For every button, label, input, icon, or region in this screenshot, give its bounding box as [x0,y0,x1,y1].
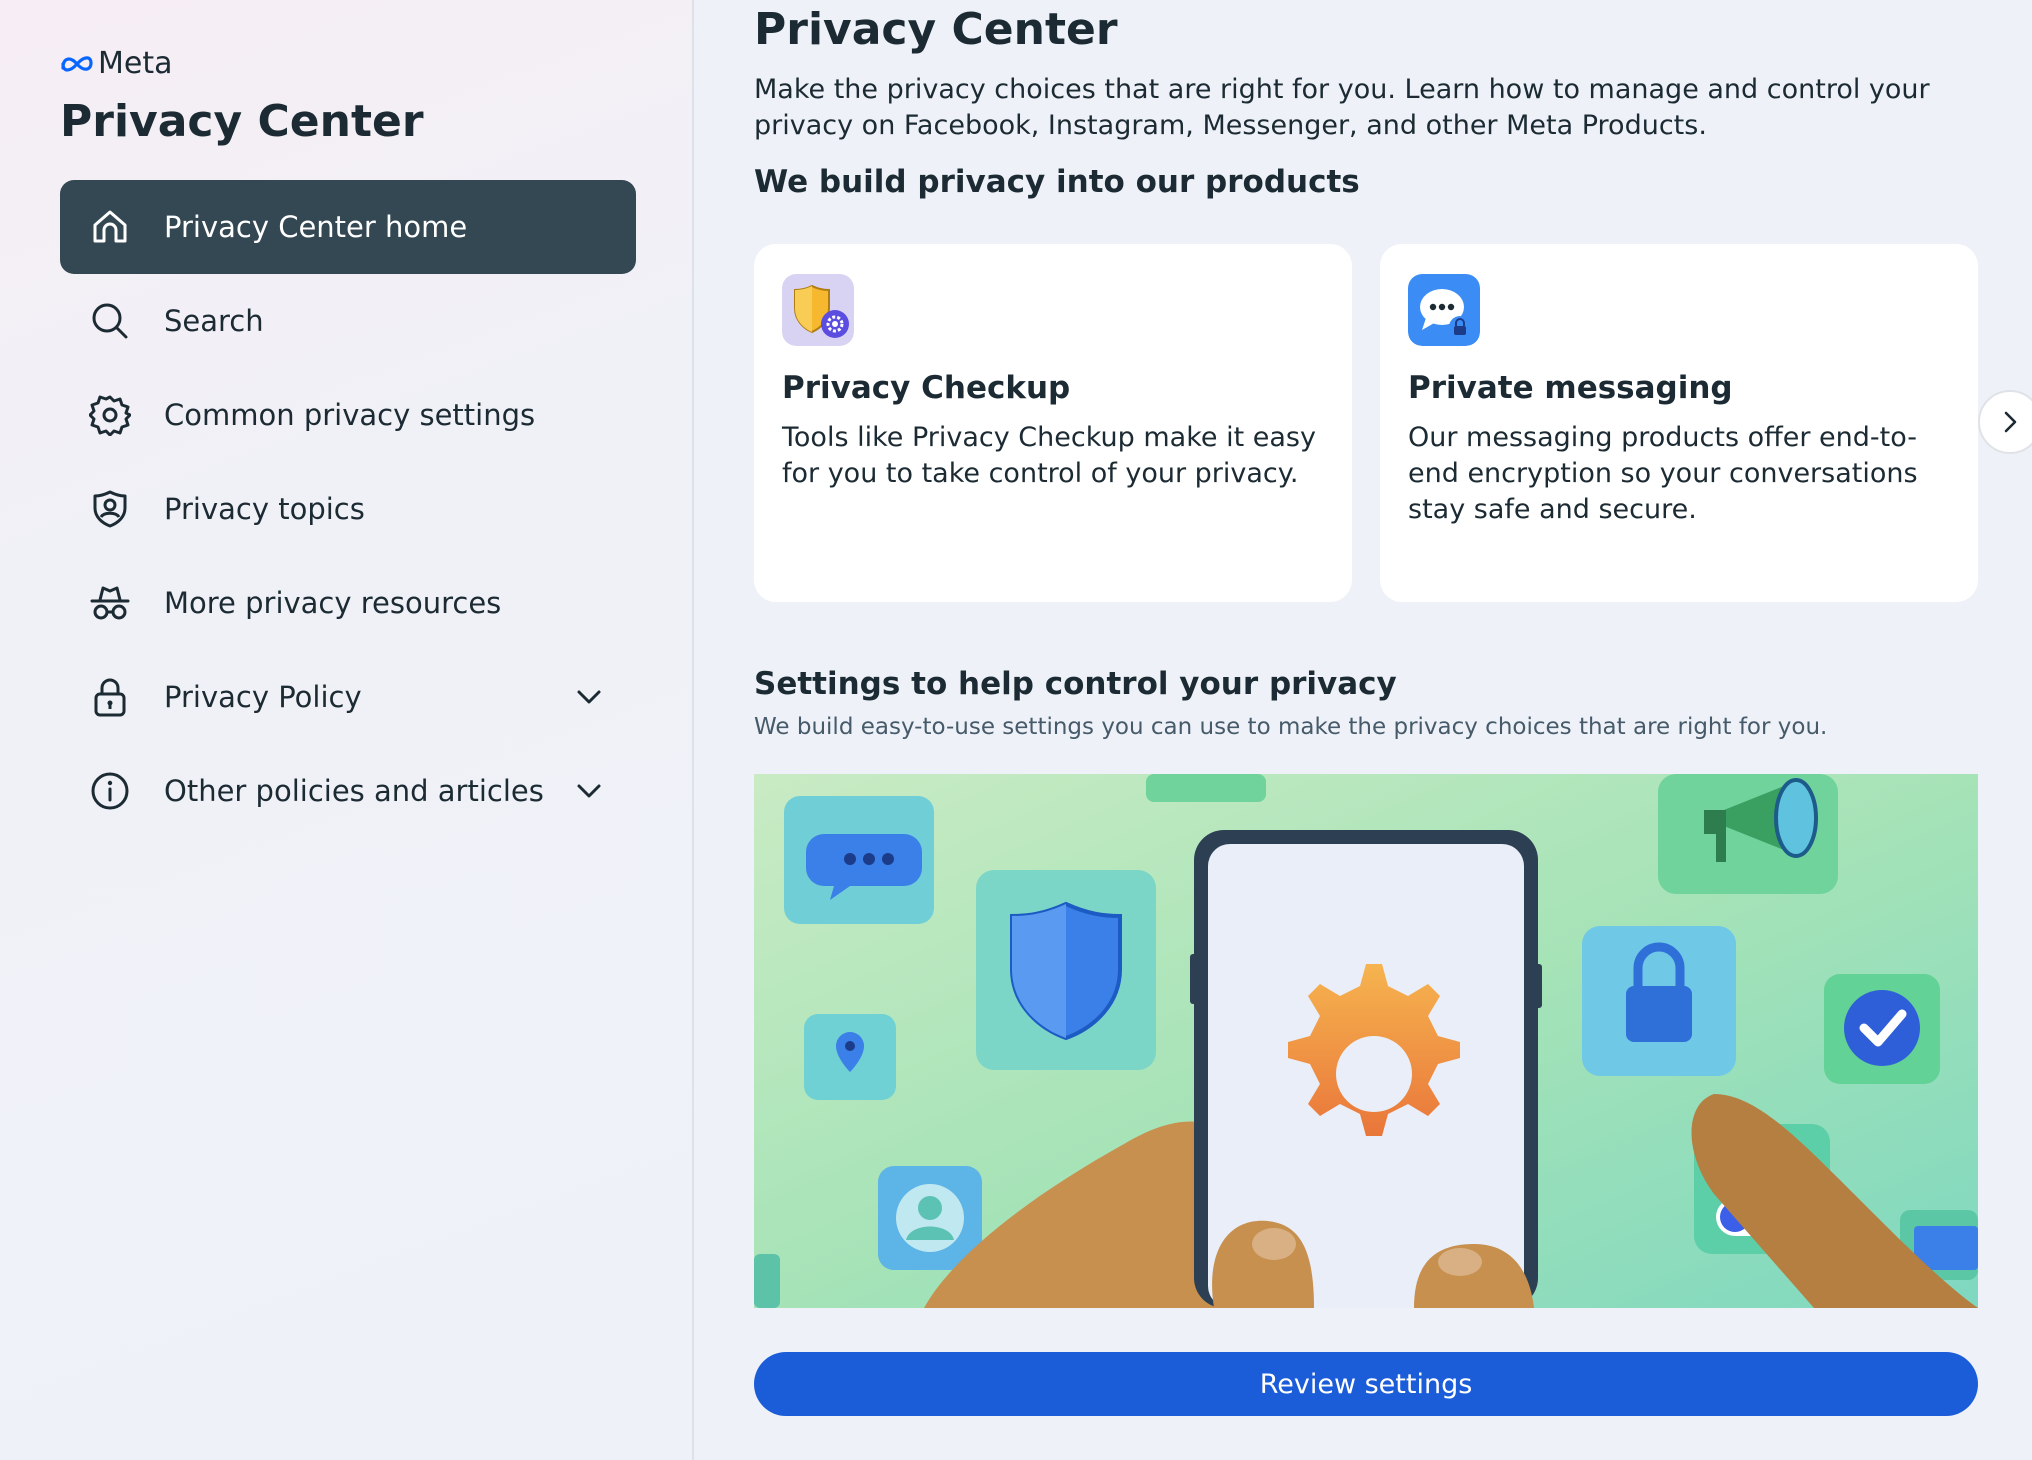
review-settings-button[interactable]: Review settings [754,1352,1978,1416]
incognito-icon [88,581,132,625]
sidebar-item-label: Other policies and articles [164,774,544,808]
card-title: Privacy Checkup [782,370,1071,406]
sidebar-item-label: Privacy Policy [164,680,362,714]
sidebar-item-privacy-topics[interactable]: Privacy topics [60,462,636,556]
info-icon [88,769,132,813]
main-content: Privacy Center Make the privacy choices … [694,0,2032,1460]
section-description: We build easy-to-use settings you can us… [754,714,1828,740]
sidebar-item-label: Privacy topics [164,492,365,526]
carousel-next-button[interactable] [1978,390,2032,454]
sidebar-item-label: Common privacy settings [164,398,536,432]
gear-icon [88,393,132,437]
sidebar-item-privacy-policy[interactable]: Privacy Policy [60,650,636,744]
card-title: Private messaging [1408,370,1733,406]
lock-icon [88,675,132,719]
sidebar-item-label: More privacy resources [164,586,502,620]
chevron-down-icon[interactable] [572,680,606,714]
sidebar-item-home[interactable]: Privacy Center home [60,180,636,274]
sidebar-item-label: Search [164,304,264,338]
sidebar-item-more-resources[interactable]: More privacy resources [60,556,636,650]
chevron-right-icon [2004,411,2017,433]
page-title: Privacy Center [754,4,1118,55]
privacy-settings-illustration [754,774,1978,1308]
sidebar-item-common-settings[interactable]: Common privacy settings [60,368,636,462]
section-heading: Settings to help control your privacy [754,666,1397,702]
chevron-down-icon[interactable] [572,774,606,808]
chat-lock-icon [1408,274,1480,346]
search-icon [88,299,132,343]
card-description: Our messaging products offer end-to-end … [1408,422,1918,525]
home-icon [88,205,132,249]
sidebar-nav: Privacy Center home Search Common privac… [60,180,636,838]
sidebar-item-label: Privacy Center home [164,210,468,244]
card-private-messaging[interactable]: Private messaging Our messaging products… [1380,244,1978,602]
sidebar: Meta Privacy Center Privacy Center home … [0,0,694,1460]
sidebar-item-other-policies[interactable]: Other policies and articles [60,744,636,838]
shield-user-icon [88,487,132,531]
meta-infinity-icon [61,55,93,72]
intro-text: Make the privacy choices that are right … [754,74,1930,141]
sidebar-title: Privacy Center [60,96,424,147]
shield-gear-icon [782,274,854,346]
card-privacy-checkup[interactable]: Privacy Checkup Tools like Privacy Check… [754,244,1352,602]
card-description: Tools like Privacy Checkup make it easy … [782,422,1316,489]
sidebar-item-search[interactable]: Search [60,274,636,368]
meta-logo[interactable]: Meta [60,46,173,81]
brand-name: Meta [98,46,173,81]
section-heading: We build privacy into our products [754,164,1360,200]
